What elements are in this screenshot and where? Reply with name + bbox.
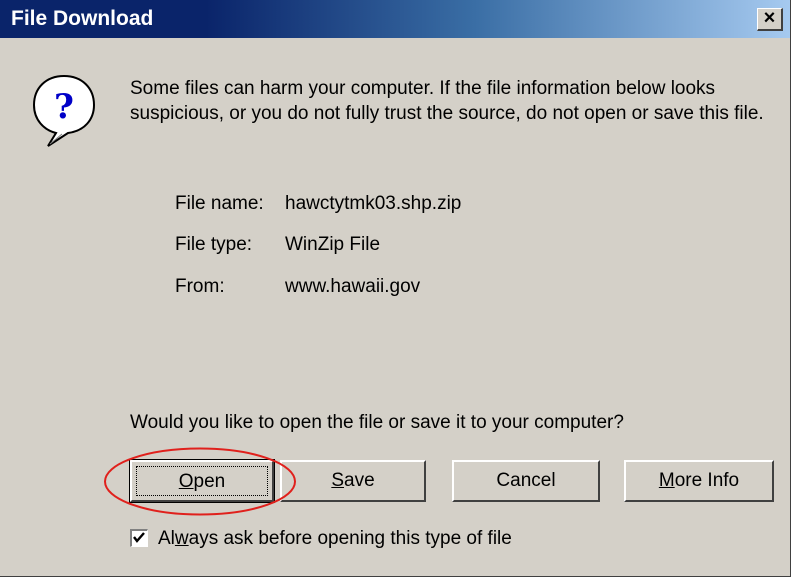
file-name-value: hawctytmk03.shp.zip: [285, 193, 462, 214]
file-name-label: File name:: [175, 193, 264, 214]
file-type-value: WinZip File: [285, 234, 381, 255]
question-icon: ?: [32, 74, 96, 147]
open-or-save-question: Would you like to open the file or save …: [130, 412, 624, 433]
more-info-label-rest: ore Info: [674, 470, 740, 491]
more-info-button[interactable]: More Info: [624, 460, 774, 502]
cancel-label: Cancel: [496, 470, 556, 491]
title-bar[interactable]: File Download ×: [0, 0, 790, 38]
dialog-title: File Download: [11, 7, 154, 30]
always-ask-label-prefix: Al: [158, 528, 175, 549]
always-ask-label[interactable]: Always ask before opening this type of f…: [158, 526, 512, 551]
file-download-dialog: File Download × ? Some files can harm yo…: [0, 0, 791, 577]
annotation-ellipse: [104, 447, 296, 516]
more-info-accel-key: M: [658, 470, 675, 491]
checkmark-icon: [133, 532, 145, 543]
from-label: From:: [175, 276, 225, 297]
file-type-label: File type:: [175, 234, 253, 255]
close-button[interactable]: ×: [757, 8, 783, 31]
warning-message: Some files can harm your computer. If th…: [130, 78, 764, 124]
save-label-rest: ave: [344, 470, 375, 491]
save-accel-key: S: [331, 470, 345, 491]
always-ask-accel-key: w: [174, 528, 189, 549]
cancel-button[interactable]: Cancel: [452, 460, 600, 502]
close-icon: ×: [763, 7, 776, 29]
always-ask-checkbox[interactable]: [130, 529, 148, 547]
save-button[interactable]: Save: [280, 460, 426, 502]
always-ask-label-suffix: ays ask before opening this type of file: [188, 528, 512, 549]
from-value: www.hawaii.gov: [285, 276, 421, 297]
svg-text:?: ?: [54, 87, 74, 127]
